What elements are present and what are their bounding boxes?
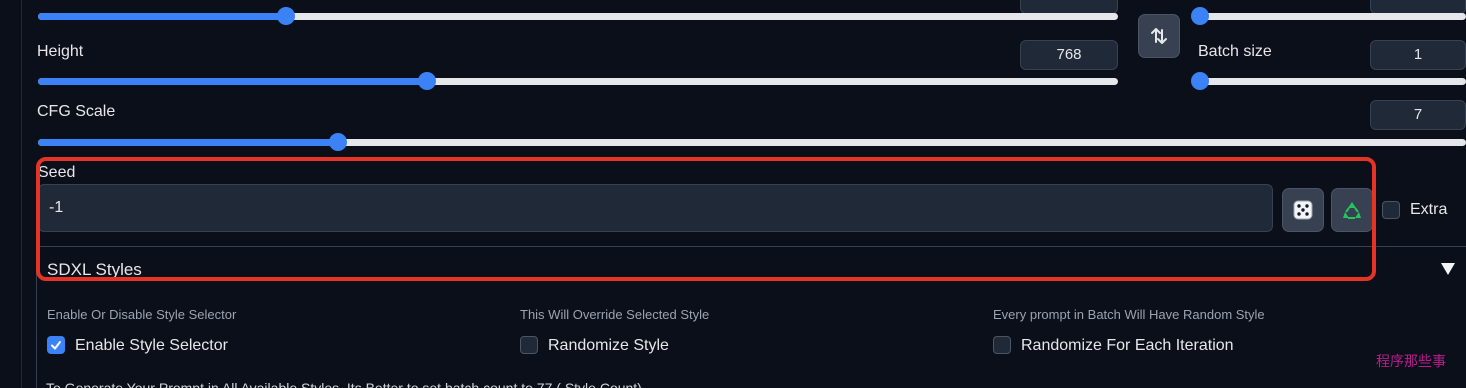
watermark: 程序那些事: [1376, 353, 1446, 369]
left-panel-border: [0, 0, 22, 388]
height-slider-fill: [38, 78, 427, 85]
batch-count-slider-thumb[interactable]: [1191, 7, 1209, 25]
txt2img-settings-panel: Height 768 Batch size 1 CFG Scale 7 Seed…: [0, 0, 1466, 388]
triangle-down-icon[interactable]: [1440, 262, 1456, 281]
height-slider[interactable]: [38, 72, 1118, 90]
batch-size-slider[interactable]: [1191, 72, 1466, 90]
width-slider-thumb[interactable]: [277, 7, 296, 25]
swap-dimensions-button[interactable]: [1138, 14, 1180, 58]
batch-size-number-input[interactable]: 1: [1370, 40, 1466, 70]
checkmark-icon: [51, 341, 61, 350]
randomize-each-iteration-label: Randomize For Each Iteration: [1021, 337, 1234, 354]
randomize-each-iteration-checkbox[interactable]: [993, 336, 1011, 354]
width-slider-fill: [38, 13, 287, 20]
batch-size-slider-thumb[interactable]: [1191, 72, 1209, 90]
randomize-style-checkbox[interactable]: [520, 336, 538, 354]
seed-label: Seed: [38, 164, 76, 181]
height-label: Height: [37, 43, 84, 60]
extra-seed-label: Extra: [1410, 201, 1448, 218]
randomize-each-iteration-description: Every prompt in Batch Will Have Random S…: [993, 307, 1265, 322]
random-seed-button[interactable]: [1282, 188, 1324, 232]
cfg-scale-slider-fill: [38, 139, 338, 146]
height-slider-thumb[interactable]: [417, 72, 436, 90]
enable-style-selector-label: Enable Style Selector: [75, 337, 228, 354]
width-slider[interactable]: [38, 7, 1118, 25]
randomize-style-description: This Will Override Selected Style: [520, 307, 710, 322]
recycle-icon: [1343, 202, 1361, 219]
batch-count-number-input[interactable]: [1370, 0, 1466, 14]
cfg-scale-slider-thumb[interactable]: [328, 133, 347, 151]
batch-count-slider[interactable]: [1191, 7, 1466, 25]
dice-icon: [1293, 200, 1313, 220]
batch-size-label: Batch size: [1198, 43, 1272, 60]
swap-vertical-arrows-icon: [1151, 28, 1167, 44]
style-selector-description: Enable Or Disable Style Selector: [47, 307, 237, 322]
enable-style-selector-checkbox[interactable]: [47, 336, 65, 354]
sdxl-styles-title[interactable]: SDXL Styles: [47, 260, 142, 280]
width-number-input[interactable]: [1020, 0, 1118, 14]
cfg-scale-number-input[interactable]: 7: [1370, 100, 1466, 130]
extra-seed-checkbox[interactable]: [1382, 201, 1400, 219]
randomize-style-label: Randomize Style: [548, 337, 669, 354]
cfg-scale-label: CFG Scale: [37, 103, 116, 120]
seed-input[interactable]: -1: [38, 184, 1273, 232]
reuse-seed-button[interactable]: [1331, 188, 1373, 232]
style-count-hint: To Generate Your Prompt in All Available…: [46, 380, 642, 388]
cfg-scale-slider[interactable]: [38, 133, 1466, 151]
height-number-input[interactable]: 768: [1020, 40, 1118, 70]
